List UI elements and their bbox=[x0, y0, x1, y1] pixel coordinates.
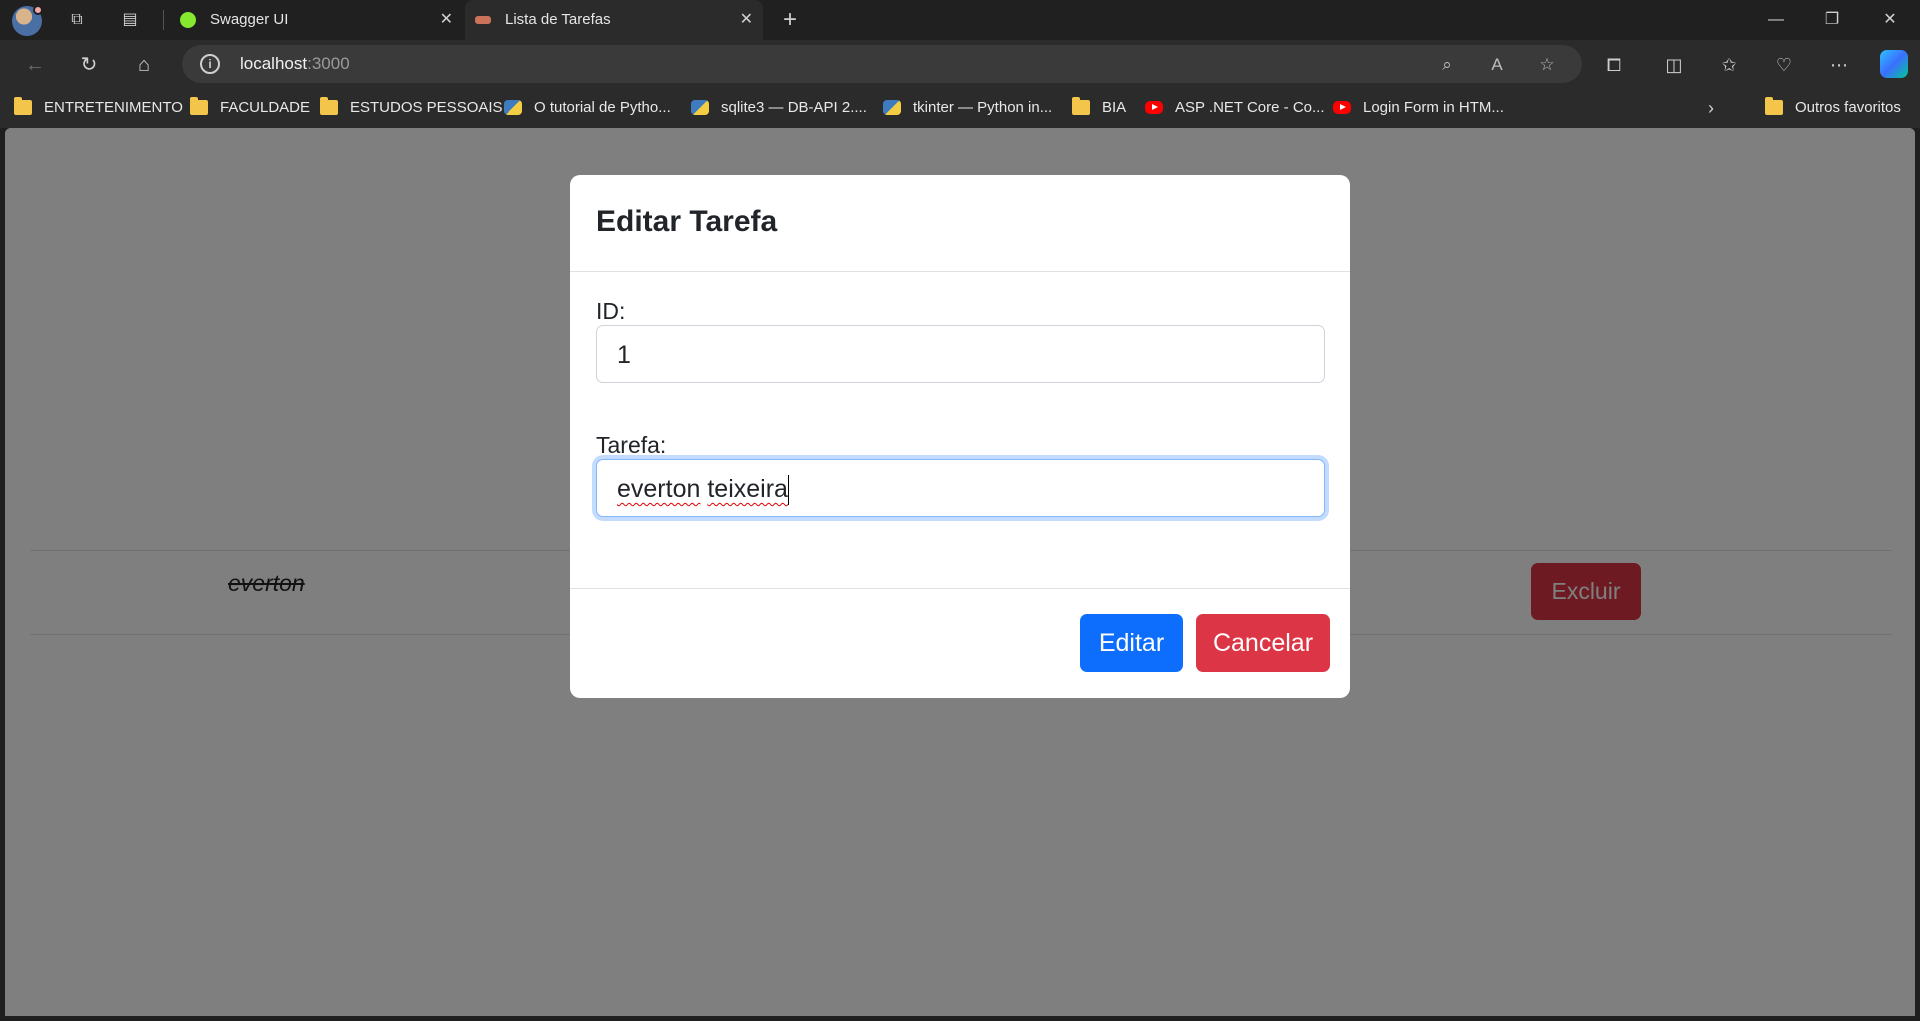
id-label: ID: bbox=[596, 298, 626, 324]
browser-title-bar: ⧉ ▤ Swagger UI ✕ Lista de Tarefas ✕ + — … bbox=[0, 0, 1920, 40]
bookmarks-bar: ENTRETENIMENTO FACULDADE ESTUDOS PESSOAI… bbox=[0, 88, 1920, 128]
restore-button[interactable]: ❐ bbox=[1804, 0, 1860, 40]
address-bar[interactable]: i localhost:3000 ⌕ A ☆ bbox=[182, 45, 1582, 83]
youtube-icon bbox=[1333, 101, 1351, 114]
folder-icon bbox=[14, 97, 32, 115]
url-text[interactable]: localhost:3000 bbox=[240, 45, 350, 83]
favorites-icon[interactable]: ✩ bbox=[1716, 52, 1742, 78]
bookmarks-overflow-chevron-icon[interactable]: › bbox=[1708, 88, 1714, 128]
folder-icon bbox=[1765, 97, 1783, 115]
id-input[interactable]: 1 bbox=[596, 325, 1325, 383]
more-menu-icon[interactable]: ⋯ bbox=[1826, 52, 1852, 78]
edit-submit-button[interactable]: Editar bbox=[1080, 614, 1183, 672]
tab-separator bbox=[163, 10, 164, 30]
folder-icon bbox=[320, 97, 338, 115]
browser-essentials-icon[interactable]: ♡ bbox=[1771, 52, 1797, 78]
id-input-value: 1 bbox=[617, 341, 631, 369]
folder-icon bbox=[190, 97, 208, 115]
python-icon bbox=[504, 100, 522, 115]
edit-task-modal: Editar Tarefa ID: 1 Tarefa: everton teix… bbox=[570, 175, 1350, 698]
youtube-icon bbox=[1145, 101, 1163, 114]
extensions-icon[interactable]: ⧠ bbox=[1601, 52, 1627, 78]
task-input-value: everton teixeira bbox=[617, 460, 789, 518]
refresh-button[interactable]: ↻ bbox=[76, 52, 102, 78]
tab-lista-de-tarefas[interactable]: Lista de Tarefas ✕ bbox=[465, 0, 763, 40]
cancel-button[interactable]: Cancelar bbox=[1196, 614, 1330, 672]
modal-title: Editar Tarefa bbox=[596, 205, 778, 238]
swagger-favicon-icon bbox=[180, 12, 196, 28]
close-window-button[interactable]: ✕ bbox=[1862, 0, 1918, 40]
split-screen-icon[interactable]: ◫ bbox=[1661, 52, 1687, 78]
page-viewport: everton Excluir Editar Tarefa ID: 1 Tare… bbox=[5, 128, 1915, 1016]
profile-notification-dot bbox=[33, 5, 43, 15]
workspaces-icon[interactable]: ⧉ bbox=[67, 10, 87, 30]
favorite-star-icon[interactable]: ☆ bbox=[1536, 54, 1558, 76]
modal-header: Editar Tarefa bbox=[570, 175, 1350, 272]
zoom-icon[interactable]: ⌕ bbox=[1436, 54, 1458, 76]
modal-footer: Editar Cancelar bbox=[570, 588, 1350, 698]
new-tab-button[interactable]: + bbox=[776, 6, 804, 34]
python-icon bbox=[691, 100, 709, 115]
folder-icon bbox=[1072, 97, 1090, 115]
read-aloud-icon[interactable]: A bbox=[1486, 54, 1508, 76]
copilot-icon[interactable] bbox=[1880, 50, 1908, 78]
tab-close-icon[interactable]: ✕ bbox=[740, 0, 753, 40]
tab-close-icon[interactable]: ✕ bbox=[440, 0, 453, 40]
tab-title: Swagger UI bbox=[210, 11, 289, 28]
tab-swagger-ui[interactable]: Swagger UI ✕ bbox=[170, 0, 463, 40]
browser-toolbar: ← ↻ ⌂ i localhost:3000 ⌕ A ☆ ⧠ ◫ ✩ ♡ ⋯ bbox=[0, 40, 1920, 88]
minimize-button[interactable]: — bbox=[1748, 0, 1804, 40]
site-info-icon[interactable]: i bbox=[200, 54, 220, 74]
task-input[interactable]: everton teixeira bbox=[596, 459, 1325, 517]
app-favicon-icon bbox=[475, 16, 491, 24]
home-button[interactable]: ⌂ bbox=[131, 52, 157, 78]
back-button[interactable]: ← bbox=[22, 52, 48, 78]
task-label: Tarefa: bbox=[596, 432, 667, 458]
python-icon bbox=[883, 100, 901, 115]
vertical-tabs-icon[interactable]: ▤ bbox=[120, 10, 140, 30]
tab-title: Lista de Tarefas bbox=[505, 11, 611, 28]
text-caret bbox=[787, 475, 789, 506]
